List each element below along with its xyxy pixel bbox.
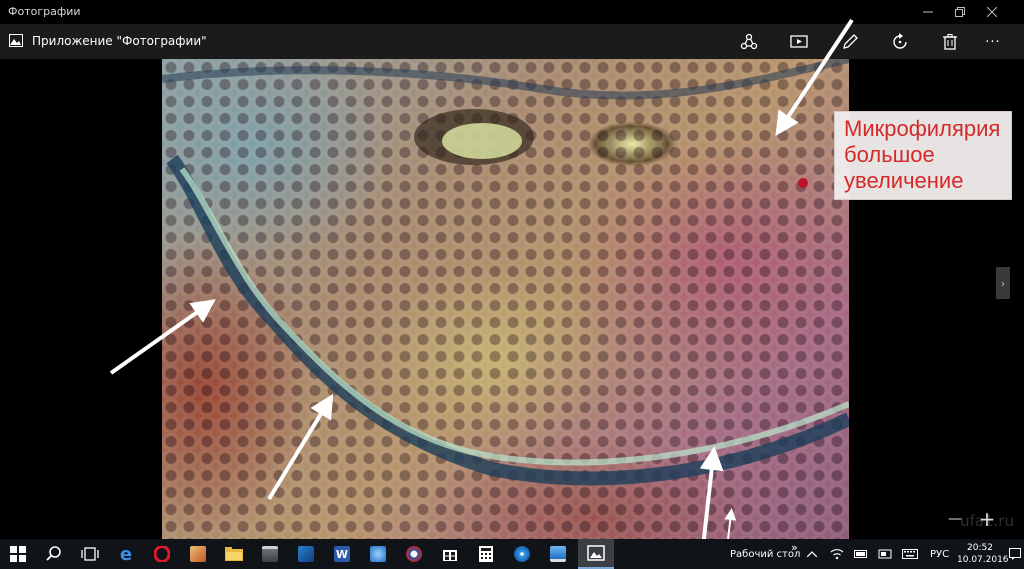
opera-icon — [154, 546, 170, 562]
taskbar-clock[interactable]: 20:52 10.07.2016 — [957, 542, 1009, 566]
app-command-bar: Приложение "Фотографии" — [0, 24, 1024, 59]
close-button[interactable] — [976, 0, 1008, 24]
calculator-icon — [479, 546, 493, 562]
start-button[interactable] — [0, 539, 36, 569]
start-windows-icon — [10, 546, 26, 562]
chevron-up-icon — [807, 551, 817, 557]
explorer-taskbar-button[interactable] — [216, 539, 252, 569]
delete-icon — [943, 33, 957, 50]
keyboard-icon — [902, 549, 918, 559]
power-plug-icon — [878, 549, 892, 559]
word-icon: W — [334, 546, 350, 562]
remote-desktop-icon — [550, 546, 566, 562]
notifications-icon — [1009, 548, 1021, 560]
app-title: Приложение "Фотографии" — [32, 34, 207, 48]
photos-icon — [587, 545, 605, 561]
edge-taskbar-button[interactable]: e — [108, 539, 144, 569]
close-icon — [987, 7, 997, 17]
disc-icon — [514, 546, 530, 562]
rotate-icon — [893, 33, 907, 49]
opera-taskbar-button[interactable] — [144, 539, 180, 569]
action-center-button[interactable] — [1006, 539, 1024, 569]
store-taskbar-button[interactable] — [432, 539, 468, 569]
task-view-icon — [81, 547, 99, 561]
power-tray-button[interactable] — [874, 539, 896, 569]
watermark: ufa1.ru — [960, 512, 1014, 530]
desktop-toolbar-label[interactable]: Рабочий стол — [730, 549, 800, 560]
language-indicator[interactable]: РУС — [930, 549, 949, 560]
restore-icon — [955, 7, 965, 17]
photo-image[interactable] — [162, 59, 849, 540]
audio-icon — [370, 546, 386, 562]
task-view-button[interactable] — [72, 539, 108, 569]
window-titlebar: Фотографии — [0, 0, 1024, 24]
delete-button[interactable] — [936, 28, 964, 56]
more-icon: ··· — [985, 34, 1001, 50]
rotate-button[interactable] — [886, 28, 914, 56]
annotation-line-3: увеличение — [844, 168, 964, 193]
calculator-taskbar-button[interactable] — [468, 539, 504, 569]
clock-time: 20:52 — [967, 543, 993, 553]
annotation-line-1: Микрофилярия — [844, 116, 1001, 141]
disc-taskbar-button[interactable] — [504, 539, 540, 569]
edit-pencil-icon — [843, 34, 858, 49]
keyboard-tray-button[interactable] — [898, 539, 922, 569]
share-icon — [740, 33, 758, 50]
media-taskbar-button[interactable] — [396, 539, 432, 569]
edge-icon: e — [119, 543, 133, 565]
search-button[interactable] — [36, 539, 72, 569]
restore-button[interactable] — [944, 0, 976, 24]
annotation-line-2: большое — [844, 142, 935, 167]
file-explorer-icon — [225, 547, 243, 561]
wifi-icon — [830, 549, 844, 560]
paint-icon — [190, 546, 206, 562]
clock-date: 10.07.2016 — [957, 555, 1009, 565]
word-taskbar-button[interactable]: W — [324, 539, 360, 569]
show-hidden-icons-button[interactable] — [800, 539, 824, 569]
photos-app-icon — [9, 34, 23, 47]
remote-desktop-taskbar-button[interactable] — [540, 539, 576, 569]
movie-clapper-icon — [262, 546, 278, 562]
chevron-right-icon: › — [1000, 276, 1006, 290]
media-icon — [406, 546, 422, 562]
battery-icon — [854, 550, 867, 558]
next-image-button[interactable]: › — [996, 267, 1010, 299]
slideshow-button[interactable] — [785, 28, 813, 56]
more-button[interactable]: ··· — [979, 28, 1007, 56]
photo-structures — [162, 59, 849, 486]
network-tray-button[interactable] — [826, 539, 848, 569]
annotation-label: Микрофилярия большое увеличение — [834, 111, 1012, 200]
minimize-icon — [923, 11, 933, 13]
edit-button[interactable] — [836, 28, 864, 56]
desktop-toolbar-chevron[interactable]: » — [791, 541, 798, 554]
audio-taskbar-button[interactable] — [360, 539, 396, 569]
battery-tray-button[interactable] — [850, 539, 872, 569]
share-button[interactable] — [735, 28, 763, 56]
search-icon — [46, 546, 61, 561]
minimize-button[interactable] — [912, 0, 944, 24]
paint-taskbar-button[interactable] — [180, 539, 216, 569]
window-title: Фотографии — [8, 5, 81, 18]
installer-icon — [298, 546, 314, 562]
photos-taskbar-button[interactable] — [578, 539, 614, 569]
store-icon — [443, 550, 457, 561]
slideshow-icon — [790, 35, 808, 48]
movie-taskbar-button[interactable] — [252, 539, 288, 569]
installer-taskbar-button[interactable] — [288, 539, 324, 569]
taskbar: e W Рабочий стол » РУС 20:52 10.07.2016 — [0, 539, 1024, 569]
